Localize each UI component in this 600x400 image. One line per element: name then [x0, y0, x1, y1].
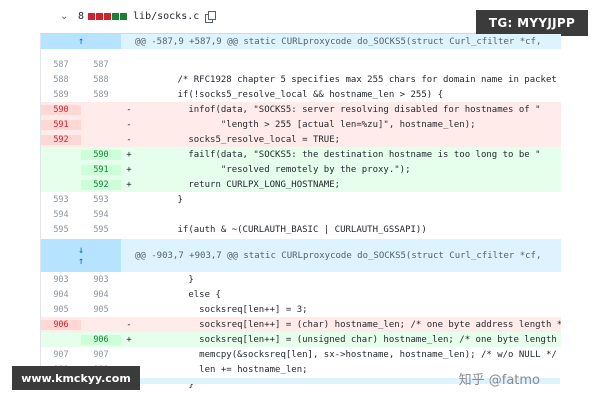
code-text: "resolved remotely by the proxy.");	[145, 164, 411, 175]
code-text: return CURLPX_LONG_HOSTNAME;	[145, 179, 341, 190]
code-text: infof(data, "SOCKS5: server resolving di…	[145, 104, 541, 115]
hunk-text: @@ -587,9 +587,9 @@ static CURLproxycode…	[135, 36, 542, 47]
old-line-number[interactable]: 591	[41, 119, 81, 130]
old-line-number[interactable]: 594	[41, 210, 81, 220]
code-text: socksreq[len++] = (char) hostname_len; /…	[145, 319, 561, 330]
diff-sign: -	[126, 319, 132, 330]
diffstat-block	[96, 13, 104, 20]
watermark-bottom-left: www.kmckyy.com	[12, 366, 140, 390]
chevron-down-icon[interactable]: ⌄	[60, 11, 72, 22]
new-line-number[interactable]: 904	[81, 290, 121, 300]
code-text: else {	[145, 289, 221, 300]
code-text: socksreq[len++] = 3;	[145, 304, 308, 315]
code-text: socks5_resolve_local = TRUE;	[145, 134, 341, 145]
hunk-header: ↓ ↑ @@ -903,7 +903,7 @@ static CURLproxyco…	[41, 239, 561, 272]
diffstat-block	[104, 13, 112, 20]
old-line-number[interactable]: 904	[41, 290, 81, 300]
new-line-number[interactable]: 590	[81, 149, 121, 160]
watermark-top-right: TG: MYYJJPP	[476, 10, 588, 36]
diff-sign: +	[126, 149, 132, 160]
change-count: 8	[78, 11, 85, 22]
old-line-number[interactable]: 906	[41, 319, 81, 330]
new-line-number[interactable]: 588	[81, 75, 121, 85]
context-line: 904 904 else {	[41, 287, 561, 302]
file-name[interactable]: lib/socks.c	[133, 11, 199, 22]
code-text: }	[145, 194, 183, 205]
code-text: failf(data, "SOCKS5: the destination hos…	[145, 149, 541, 160]
hunk-header: ↑ @@ -587,9 +587,9 @@ static CURLproxycod…	[41, 34, 561, 49]
new-line-number[interactable]: 587	[81, 60, 121, 70]
context-line: 594 594	[41, 207, 561, 222]
context-line: 589 589 if(!socks5_resolve_local && hostn…	[41, 87, 561, 102]
code-text: if(auth & ~(CURLAUTH_BASIC | CURLAUTH_GS…	[145, 224, 427, 235]
new-line-number[interactable]: 907	[81, 350, 121, 360]
old-line-number[interactable]: 588	[41, 75, 81, 85]
code-text: if(!socks5_resolve_local && hostname_len…	[145, 89, 444, 100]
code-text: }	[145, 274, 194, 285]
diffstat-blocks	[88, 13, 128, 20]
added-line: 591 + "resolved remotely by the proxy.");	[41, 162, 561, 177]
diffstat-block	[120, 13, 128, 20]
diff-sign: -	[126, 104, 132, 115]
deleted-line: 591 - "length > 255 [actual len=%zu]", ho…	[41, 117, 561, 132]
context-line: 905 905 socksreq[len++] = 3;	[41, 302, 561, 317]
context-line: 907 907 memcpy(&socksreq[len], sx->hostna…	[41, 347, 561, 362]
diffstat-block	[88, 13, 96, 20]
diff-view: ↑ @@ -587,9 +587,9 @@ static CURLproxycod…	[40, 34, 561, 390]
expand-icon[interactable]: ↑	[41, 34, 121, 49]
new-line-number[interactable]: 592	[81, 179, 121, 190]
context-line: 588 588 /* RFC1928 chapter 5 specifies ma…	[41, 72, 561, 87]
code-text: /* RFC1928 chapter 5 specifies max 255 c…	[145, 74, 561, 85]
new-line-number[interactable]: 589	[81, 90, 121, 100]
deleted-line: 590 - infof(data, "SOCKS5: server resolvi…	[41, 102, 561, 117]
deleted-line: 592 - socks5_resolve_local = TRUE;	[41, 132, 561, 147]
expand-down-icon[interactable]: ↓	[78, 245, 84, 256]
new-line-number[interactable]: 591	[81, 164, 121, 175]
diffstat-block	[112, 13, 120, 20]
deleted-line: 906 - socksreq[len++] = (char) hostname_l…	[41, 317, 561, 332]
old-line-number[interactable]: 903	[41, 275, 81, 285]
diff-sign: +	[126, 164, 132, 175]
watermark-bottom-right: 知乎 @fatmo	[458, 373, 540, 388]
diff-sign: +	[126, 334, 132, 345]
old-line-number[interactable]: 595	[41, 225, 81, 235]
new-line-number[interactable]: 903	[81, 275, 121, 285]
diff-sign: +	[126, 179, 132, 190]
old-line-number[interactable]: 907	[41, 350, 81, 360]
added-line: 906 + socksreq[len++] = (unsigned char) h…	[41, 332, 561, 347]
code-text: "length > 255 [actual len=%zu]", hostnam…	[145, 119, 476, 130]
old-line-number[interactable]: 593	[41, 195, 81, 205]
code-text: socksreq[len++] = (unsigned char) hostna…	[145, 334, 561, 345]
old-line-number[interactable]: 592	[41, 134, 81, 145]
added-line: 592 + return CURLPX_LONG_HOSTNAME;	[41, 177, 561, 192]
new-line-number[interactable]: 906	[81, 334, 121, 345]
expand-icon[interactable]: ↓ ↑	[41, 239, 121, 272]
new-line-number[interactable]: 594	[81, 210, 121, 220]
context-line: 593 593 }	[41, 192, 561, 207]
context-line: 587 587	[41, 57, 561, 72]
old-line-number[interactable]: 905	[41, 305, 81, 315]
diff-sign: -	[126, 119, 132, 130]
context-line: 595 595 if(auth & ~(CURLAUTH_BASIC | CURL…	[41, 222, 561, 237]
context-line: 903 903 }	[41, 272, 561, 287]
old-line-number[interactable]: 589	[41, 90, 81, 100]
hunk-text: @@ -903,7 +903,7 @@ static CURLproxycode…	[135, 250, 542, 261]
expand-up-icon[interactable]: ↑	[78, 256, 84, 267]
new-line-number[interactable]: 593	[81, 195, 121, 205]
code-text: memcpy(&socksreq[len], sx->hostname, hos…	[145, 349, 557, 360]
diff-sign: -	[126, 134, 132, 145]
new-line-number[interactable]: 595	[81, 225, 121, 235]
old-line-number[interactable]: 590	[41, 104, 81, 115]
added-line: 590 + failf(data, "SOCKS5: the destinatio…	[41, 147, 561, 162]
copy-icon[interactable]	[205, 11, 217, 23]
new-line-number[interactable]: 905	[81, 305, 121, 315]
old-line-number[interactable]: 587	[41, 60, 81, 70]
